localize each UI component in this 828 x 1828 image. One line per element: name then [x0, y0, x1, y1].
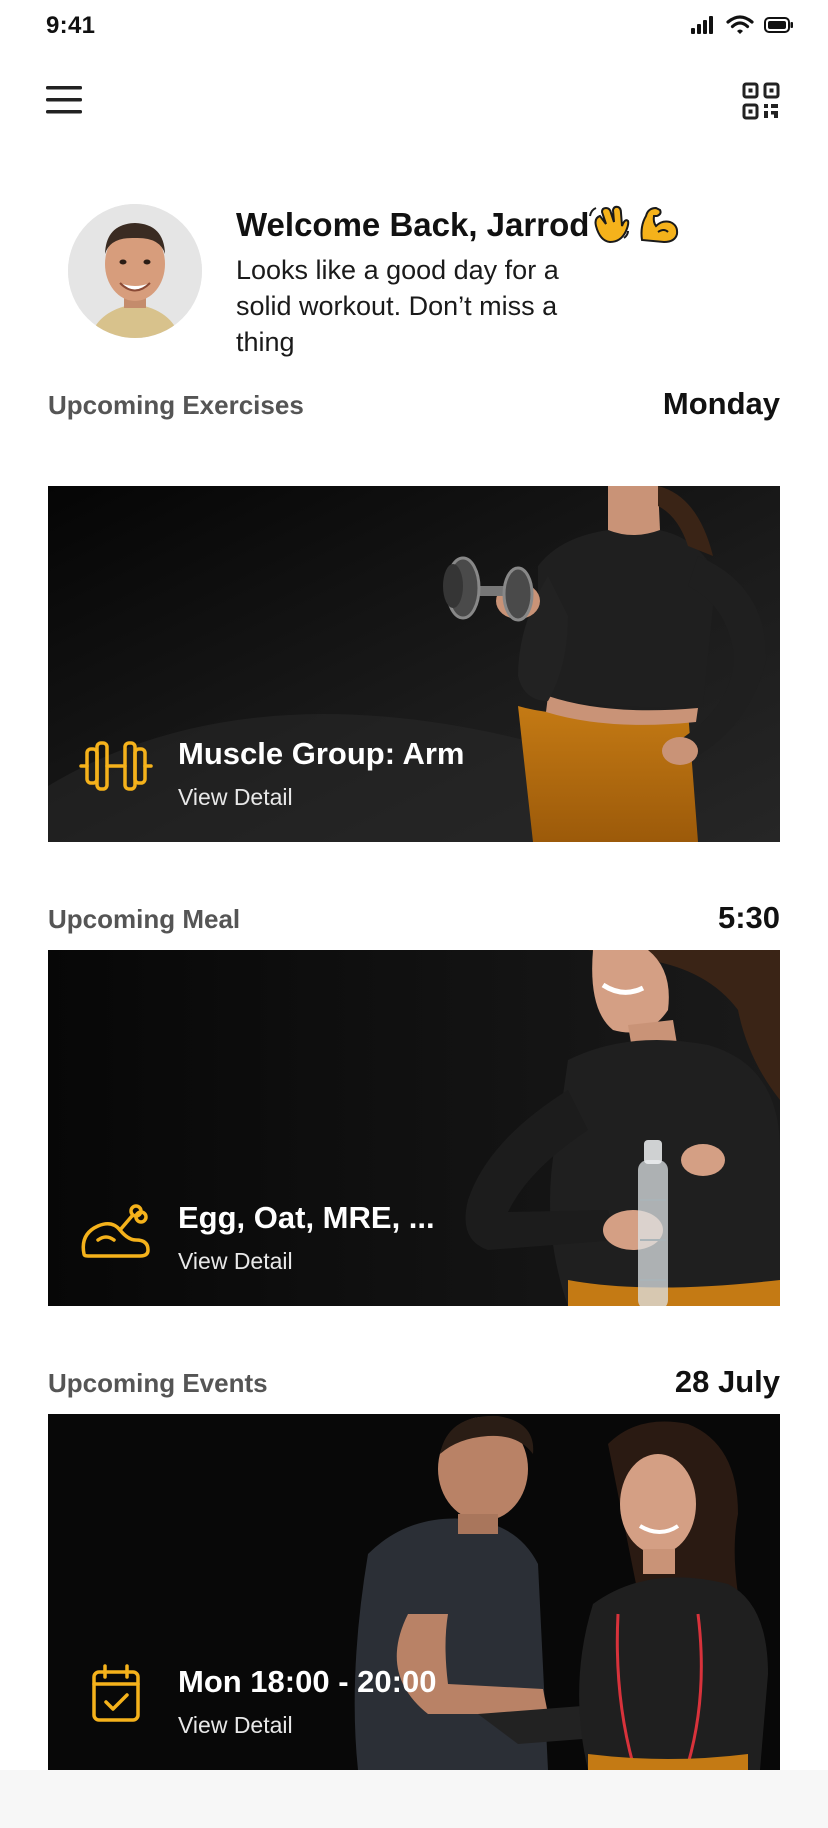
- flexed-biceps-icon: [640, 206, 679, 244]
- welcome-subtitle: Looks like a good day for a solid workou…: [236, 255, 559, 357]
- exercise-photo: [48, 486, 780, 842]
- card-title: Egg, Oat, MRE, ...: [178, 1200, 435, 1235]
- section-header-exercises: Upcoming Exercises Monday: [48, 384, 780, 424]
- profile-photo: [68, 204, 202, 338]
- chicken-leg-icon: [81, 1204, 150, 1258]
- waving-hand-icon: [589, 205, 630, 244]
- section-value: Monday: [662, 386, 780, 421]
- dumbbell-icon: [79, 741, 153, 791]
- battery-icon: [764, 17, 793, 33]
- welcome-emojis: [588, 204, 680, 244]
- meal-card[interactable]: Egg, Oat, MRE, ... View Detail: [48, 950, 780, 1306]
- section-header-events: Upcoming Events 28 July: [48, 1362, 780, 1402]
- exercise-card[interactable]: Muscle Group: Arm View Detail: [48, 486, 780, 842]
- view-detail-link[interactable]: View Detail: [178, 784, 293, 811]
- section-header-meal: Upcoming Meal 5:30: [48, 898, 780, 938]
- welcome-title: Welcome Back, Jarrod: [236, 206, 590, 243]
- meal-photo: [48, 950, 780, 1306]
- bottom-area: [0, 1770, 828, 1828]
- status-icons: [690, 14, 794, 36]
- section-label: Upcoming Meal: [48, 904, 241, 934]
- qr-code-button[interactable]: [742, 82, 780, 120]
- top-bar: [0, 78, 828, 128]
- status-time: 9:41: [46, 12, 96, 39]
- welcome-section: Welcome Back, Jarrod Looks like a good d…: [68, 204, 768, 364]
- hamburger-menu-icon: [46, 86, 82, 114]
- calendar-check-icon: [92, 1664, 140, 1722]
- view-detail-link[interactable]: View Detail: [178, 1712, 293, 1739]
- qr-code-icon: [742, 82, 780, 120]
- cellular-signal-icon: [691, 16, 713, 34]
- events-card[interactable]: Mon 18:00 - 20:00 View Detail: [48, 1414, 780, 1770]
- menu-button[interactable]: [46, 84, 84, 116]
- wifi-icon: [726, 15, 754, 34]
- section-label: Upcoming Events: [48, 1368, 268, 1398]
- section-value: 28 July: [674, 1364, 780, 1399]
- section-label: Upcoming Exercises: [48, 390, 304, 420]
- view-detail-link[interactable]: View Detail: [178, 1248, 293, 1275]
- status-bar: 9:41: [0, 0, 828, 54]
- section-value: 5:30: [717, 900, 780, 935]
- avatar[interactable]: [68, 204, 202, 338]
- card-title: Mon 18:00 - 20:00: [178, 1664, 437, 1699]
- card-title: Muscle Group: Arm: [178, 736, 465, 771]
- events-photo: [48, 1414, 780, 1770]
